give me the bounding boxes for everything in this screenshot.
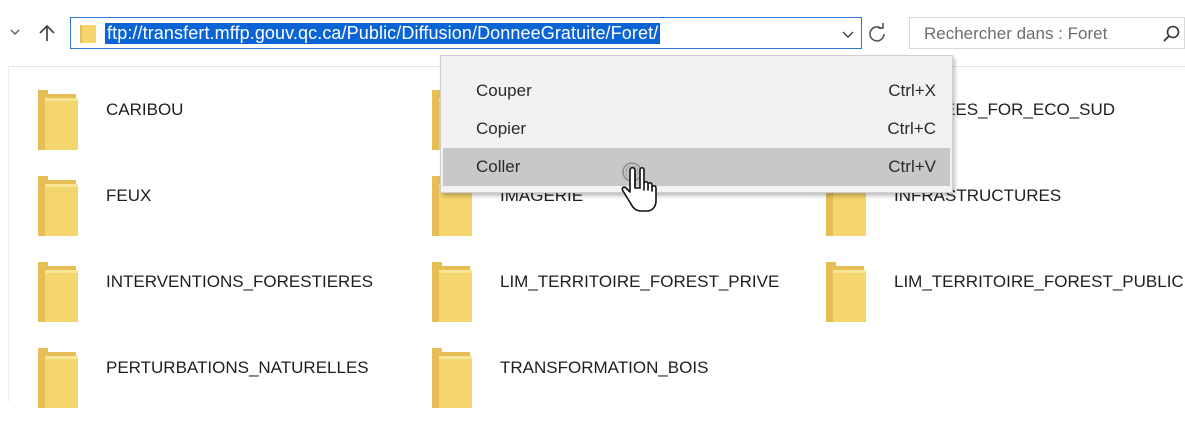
- folder-icon: [36, 346, 80, 410]
- folder-icon: [36, 260, 80, 324]
- folder-item[interactable]: FEUX: [36, 174, 416, 254]
- folder-item[interactable]: PERTURBATIONS_NATURELLES: [36, 346, 416, 426]
- menu-item-shortcut: Ctrl+C: [887, 119, 936, 138]
- folder-item[interactable]: CARIBOU: [36, 88, 416, 168]
- address-text[interactable]: ftp://transfert.mffp.gouv.qc.ca/Public/D…: [105, 23, 661, 44]
- folder-name: LIM_TERRITOIRE_FOREST_PRIVE: [500, 272, 780, 291]
- folder-icon: [824, 260, 868, 324]
- folder-name: TRANSFORMATION_BOIS: [500, 358, 709, 377]
- recent-locations-chevron-down-icon[interactable]: [10, 27, 20, 37]
- menu-item-label: Coller: [476, 157, 521, 176]
- menu-item-label: Couper: [476, 81, 532, 100]
- folder-icon: [36, 88, 80, 152]
- search-box[interactable]: Rechercher dans : Foret: [909, 17, 1185, 49]
- address-dropdown-chevron-down-icon[interactable]: [841, 27, 855, 41]
- folder-item[interactable]: LIM_TERRITOIRE_FOREST_PRIVE: [430, 260, 810, 340]
- folder-icon: [430, 346, 474, 410]
- folder-item[interactable]: TRANSFORMATION_BOIS: [430, 346, 810, 426]
- menu-item-shortcut: Ctrl+X: [888, 81, 936, 100]
- search-input[interactable]: Rechercher dans : Foret: [924, 24, 1107, 44]
- refresh-icon[interactable]: [866, 22, 888, 44]
- folder-icon: [36, 174, 80, 238]
- folder-item[interactable]: INTERVENTIONS_FORESTIERES: [36, 260, 416, 340]
- hand-pointer-icon: [614, 158, 664, 218]
- menu-item-couper[interactable]: Couper Ctrl+X: [443, 72, 950, 110]
- search-icon[interactable]: [1162, 24, 1182, 44]
- folder-name: PERTURBATIONS_NATURELLES: [106, 358, 369, 377]
- menu-item-label: Copier: [476, 119, 527, 138]
- folder-icon: [79, 24, 97, 44]
- folder-name: LIM_TERRITOIRE_FOREST_PUBLIC: [894, 272, 1184, 291]
- folder-item[interactable]: LIM_TERRITOIRE_FOREST_PUBLIC: [824, 260, 1185, 340]
- menu-item-copier[interactable]: Copier Ctrl+C: [443, 110, 950, 148]
- folder-name: CARIBOU: [106, 100, 184, 119]
- address-bar[interactable]: ftp://transfert.mffp.gouv.qc.ca/Public/D…: [70, 17, 862, 49]
- menu-item-coller[interactable]: Coller Ctrl+V: [443, 148, 950, 186]
- folder-name: INTERVENTIONS_FORESTIERES: [106, 272, 374, 291]
- folder-name: FEUX: [106, 186, 152, 205]
- context-menu: Couper Ctrl+X Copier Ctrl+C Coller Ctrl+…: [440, 55, 953, 193]
- folder-icon: [430, 260, 474, 324]
- menu-item-shortcut: Ctrl+V: [888, 157, 936, 176]
- file-explorer-window: ftp://transfert.mffp.gouv.qc.ca/Public/D…: [0, 0, 1185, 408]
- arrow-up-icon[interactable]: [36, 22, 58, 44]
